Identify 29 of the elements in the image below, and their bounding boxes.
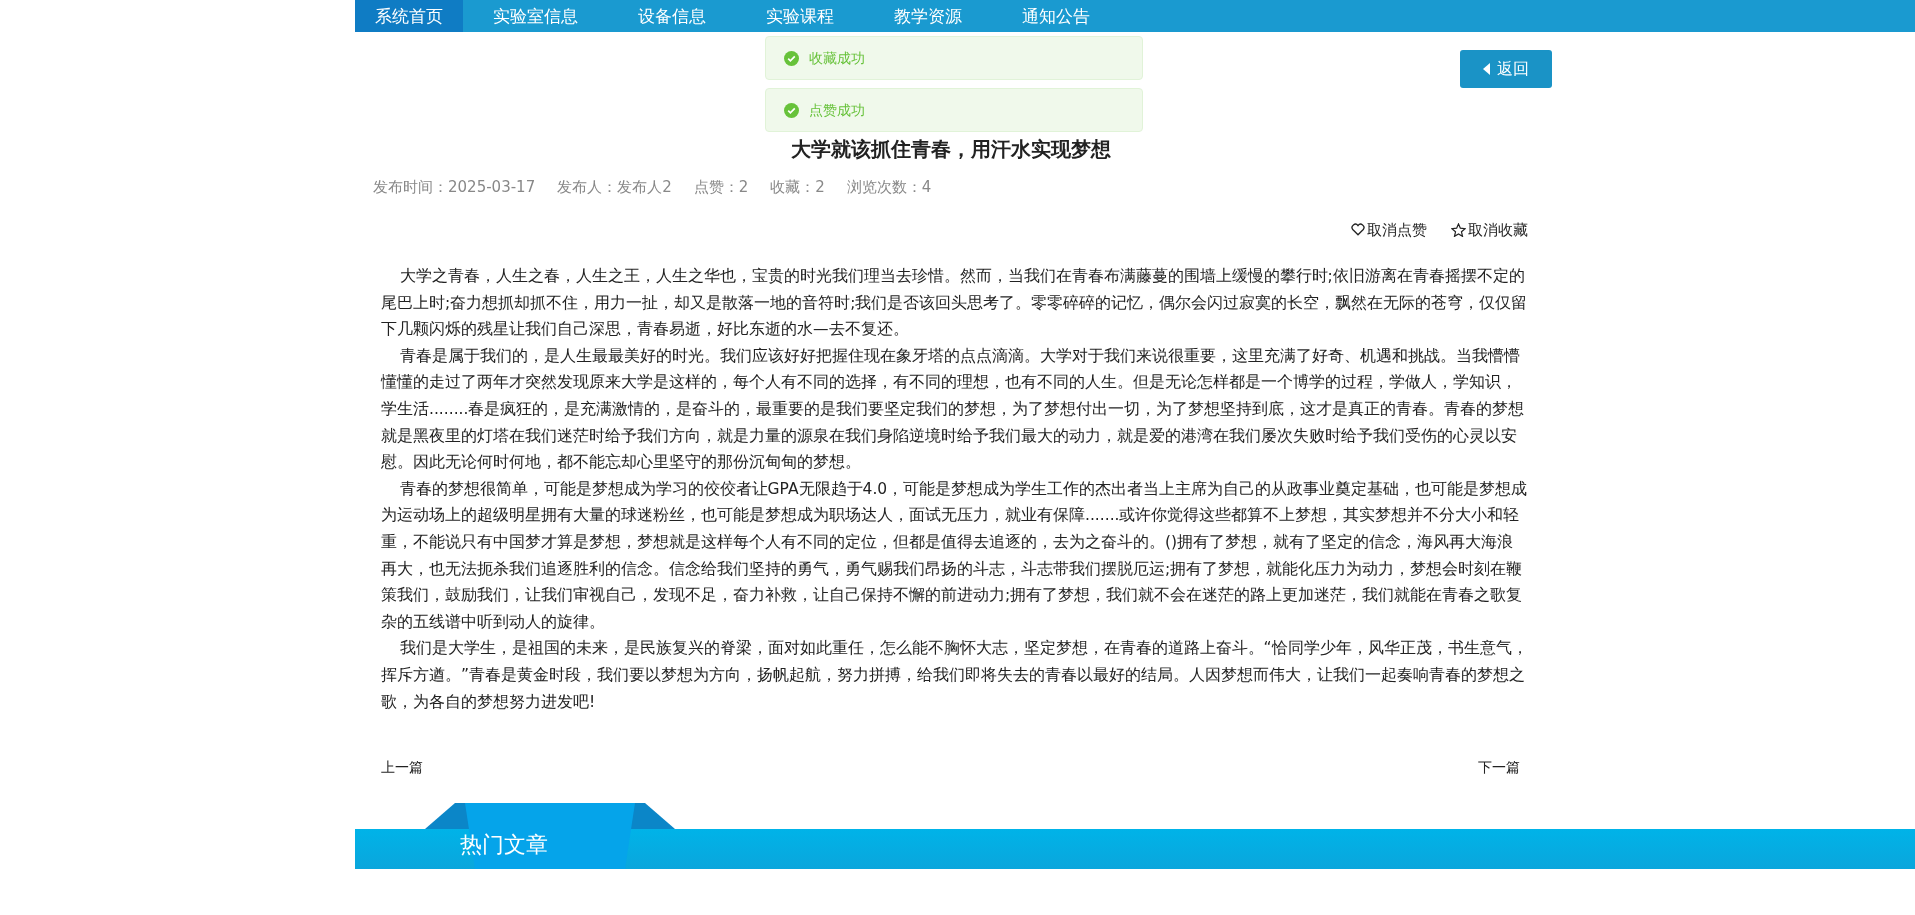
section-title: 热门文章 [460,831,548,860]
paragraph: 青春是属于我们的，是人生最最美好的时光。我们应该好好把握住现在象牙塔的点点滴滴。大学对于我们来说很重要，这里充满了好奇、机遇和挑战。当我懵懵懂懂的走过了两年才突然发现原来大学是这样的，每个人有不同的选择，有不同的理想，也有不同的人生。但是无论怎样都是一个博学的过程，学做人，学知识，学生活........春是疯狂的，是充满激情的，是奋斗的，最重要的是我们要坚定我们的梦想，为了梦想付出一切，为了梦想坚持到底，这才是真正的青春。青春的梦想就是黑夜里的灯塔在我们迷茫时给予我们方向，就是力量的源泉在我们身陷逆境时给予我们最大的动力，就是爱的港湾在我们屡次失败时给予我们受伤的心灵以安慰。因此无论何时何地，都不能忘却心里坚守的那份沉甸甸的梦想。 [381,345,1526,474]
nav-tab[interactable]: 设备信息 [608,0,736,32]
check-circle-icon [784,102,799,118]
nav-tab[interactable]: 教学资源 [864,0,992,32]
caret-left-icon [1483,63,1491,75]
heart-icon [1351,223,1365,237]
check-circle-icon [784,50,799,66]
meta-text: 发布人：发布人2 [557,177,672,198]
next-link[interactable]: 下一篇 [1478,757,1520,779]
paragraph: 我们是大学生，是祖国的未来，是民族复兴的脊梁，面对如此重任，怎么能不胸怀大志，坚定梦想，在青春的道路上奋斗。“恰同学少年，风华正茂，书生意气，挥斥方遒。”青春是黄金时段，我们要以梦想为方向，扬帆起航，努力拼搏，给我们即将失去的青春以最好的结局。人因梦想而伟大，让我们一起奏响青春的梦想之歌，为各自的梦想努力进发吧! [381,638,1528,713]
paragraph: 青春的梦想很简单，可能是梦想成为学习的佼佼者让GPA无限趋于4.0，可能是梦想成为学生工作的杰出者当上主席为自己的从政事业奠定基础，也可能是梦想成为运动场上的超级明星拥有大量的球迷粉丝，也可能是梦想成为职场达人，面试无压力，就业有保障.......或许你觉得这些都算不上梦想，其实梦想并不分大小和轻重，不能说只有中国梦才算是梦想，梦想就是这样每个人有不同的定位，但都是值得去追逐的，去为之奋斗的。()拥有了梦想，就有了坚定的信念，海风再大海浪再大，也无法扼杀我们追逐胜利的信念。信念给我们坚持的勇气，勇气赐我们昂扬的斗志，斗志带我们摆脱厄运;拥有了梦想，就能化压力为动力，梦想会时刻在鞭策我们，鼓励我们，让我们审视自己，发现不足，奋力补救，让自己保持不懈的前进动力;拥有了梦想，我们就不会在迷茫的路上更加迷茫，我们就能在青春之歌复杂的五线谱中听到动人的旋律。 [381,478,1528,633]
nav-tab[interactable]: 通知公告 [992,0,1120,32]
success-toast: 点赞成功 [765,88,1143,132]
paragraph: 大学之青春，人生之春，人生之王，人生之华也，宝贵的时光我们理当去珍惜。然而，当我们在青春布满藤蔓的围墙上缓慢的攀行时;依旧游离在青春摇摆不定的尾巴上时;奋力想抓却抓不住，用力一扯，却又是散落一地的音符时;我们是否该回头思考了。零零碎碎的记忆，偶尔会闪过寂寞的长空，飘然在无际的苍穹，仅仅留下几颗闪烁的残星让我们自己深思，青春易逝，好比东逝的水—去不复还。 [381,266,1528,341]
nav-tab[interactable]: 实验课程 [736,0,864,32]
meta-text: 浏览次数：4 [846,177,932,198]
star-icon [1451,222,1466,237]
nav-tab[interactable]: 系统首页 [355,0,463,32]
article-title: 大学就该抓住青春，用汗水实现梦想 [790,136,1111,162]
nav-tab[interactable]: 实验室信息 [463,0,608,32]
meta-text: 收藏：2 [770,177,825,198]
back-button[interactable]: 返回 [1460,50,1552,88]
success-toast: 收藏成功 [765,36,1143,80]
unlike-button[interactable]: 取消点赞 [1351,218,1427,241]
uncollect-button[interactable]: 取消收藏 [1451,218,1528,241]
meta-text: 发布时间：2025-03-17 [373,177,536,198]
meta-text: 点赞：2 [693,177,749,198]
previous-link[interactable]: 上一篇 [381,757,423,779]
